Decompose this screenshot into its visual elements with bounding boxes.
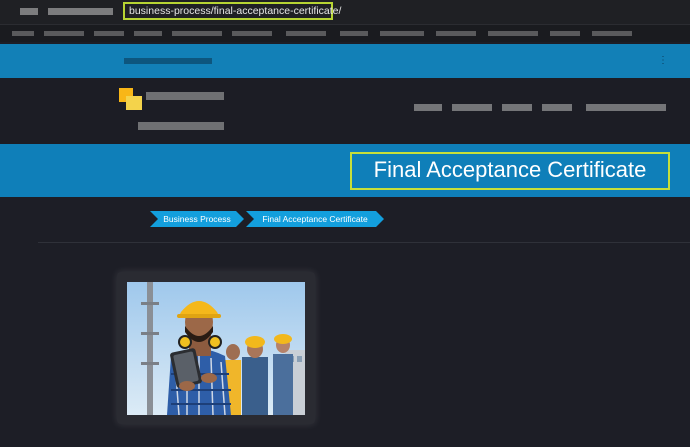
logo-icon-accent xyxy=(126,96,142,110)
nav-item[interactable] xyxy=(542,104,572,111)
top-info-strip: ⋮ xyxy=(0,44,690,78)
nav-item[interactable] xyxy=(586,104,666,111)
nav-item[interactable] xyxy=(452,104,492,111)
bookmarks-bar xyxy=(0,25,690,42)
blurred-logo-subtext xyxy=(138,122,224,130)
browser-address-bar[interactable]: business-process/final-acceptance-certif… xyxy=(0,0,690,25)
url-path-highlight[interactable]: business-process/final-acceptance-certif… xyxy=(123,2,341,20)
breadcrumb-item-final-acceptance-certificate[interactable]: Final Acceptance Certificate xyxy=(246,211,384,227)
site-header xyxy=(0,78,690,144)
page-title: Final Acceptance Certificate xyxy=(350,152,670,190)
image-card[interactable] xyxy=(117,272,315,424)
blurred-logo-text xyxy=(146,92,224,100)
blurred-url-text xyxy=(48,8,113,15)
construction-workers-photo xyxy=(127,282,305,415)
scroll-handle-icon: ⋮ xyxy=(658,55,668,66)
url-path-text: business-process/final-acceptance-certif… xyxy=(129,5,342,17)
blurred-url-text xyxy=(20,8,38,15)
nav-item[interactable] xyxy=(502,104,532,111)
content-divider xyxy=(38,242,690,243)
nav-item[interactable] xyxy=(414,104,442,111)
blurred-contact-text xyxy=(124,58,212,64)
breadcrumb-item-business-process[interactable]: Business Process xyxy=(150,211,244,227)
